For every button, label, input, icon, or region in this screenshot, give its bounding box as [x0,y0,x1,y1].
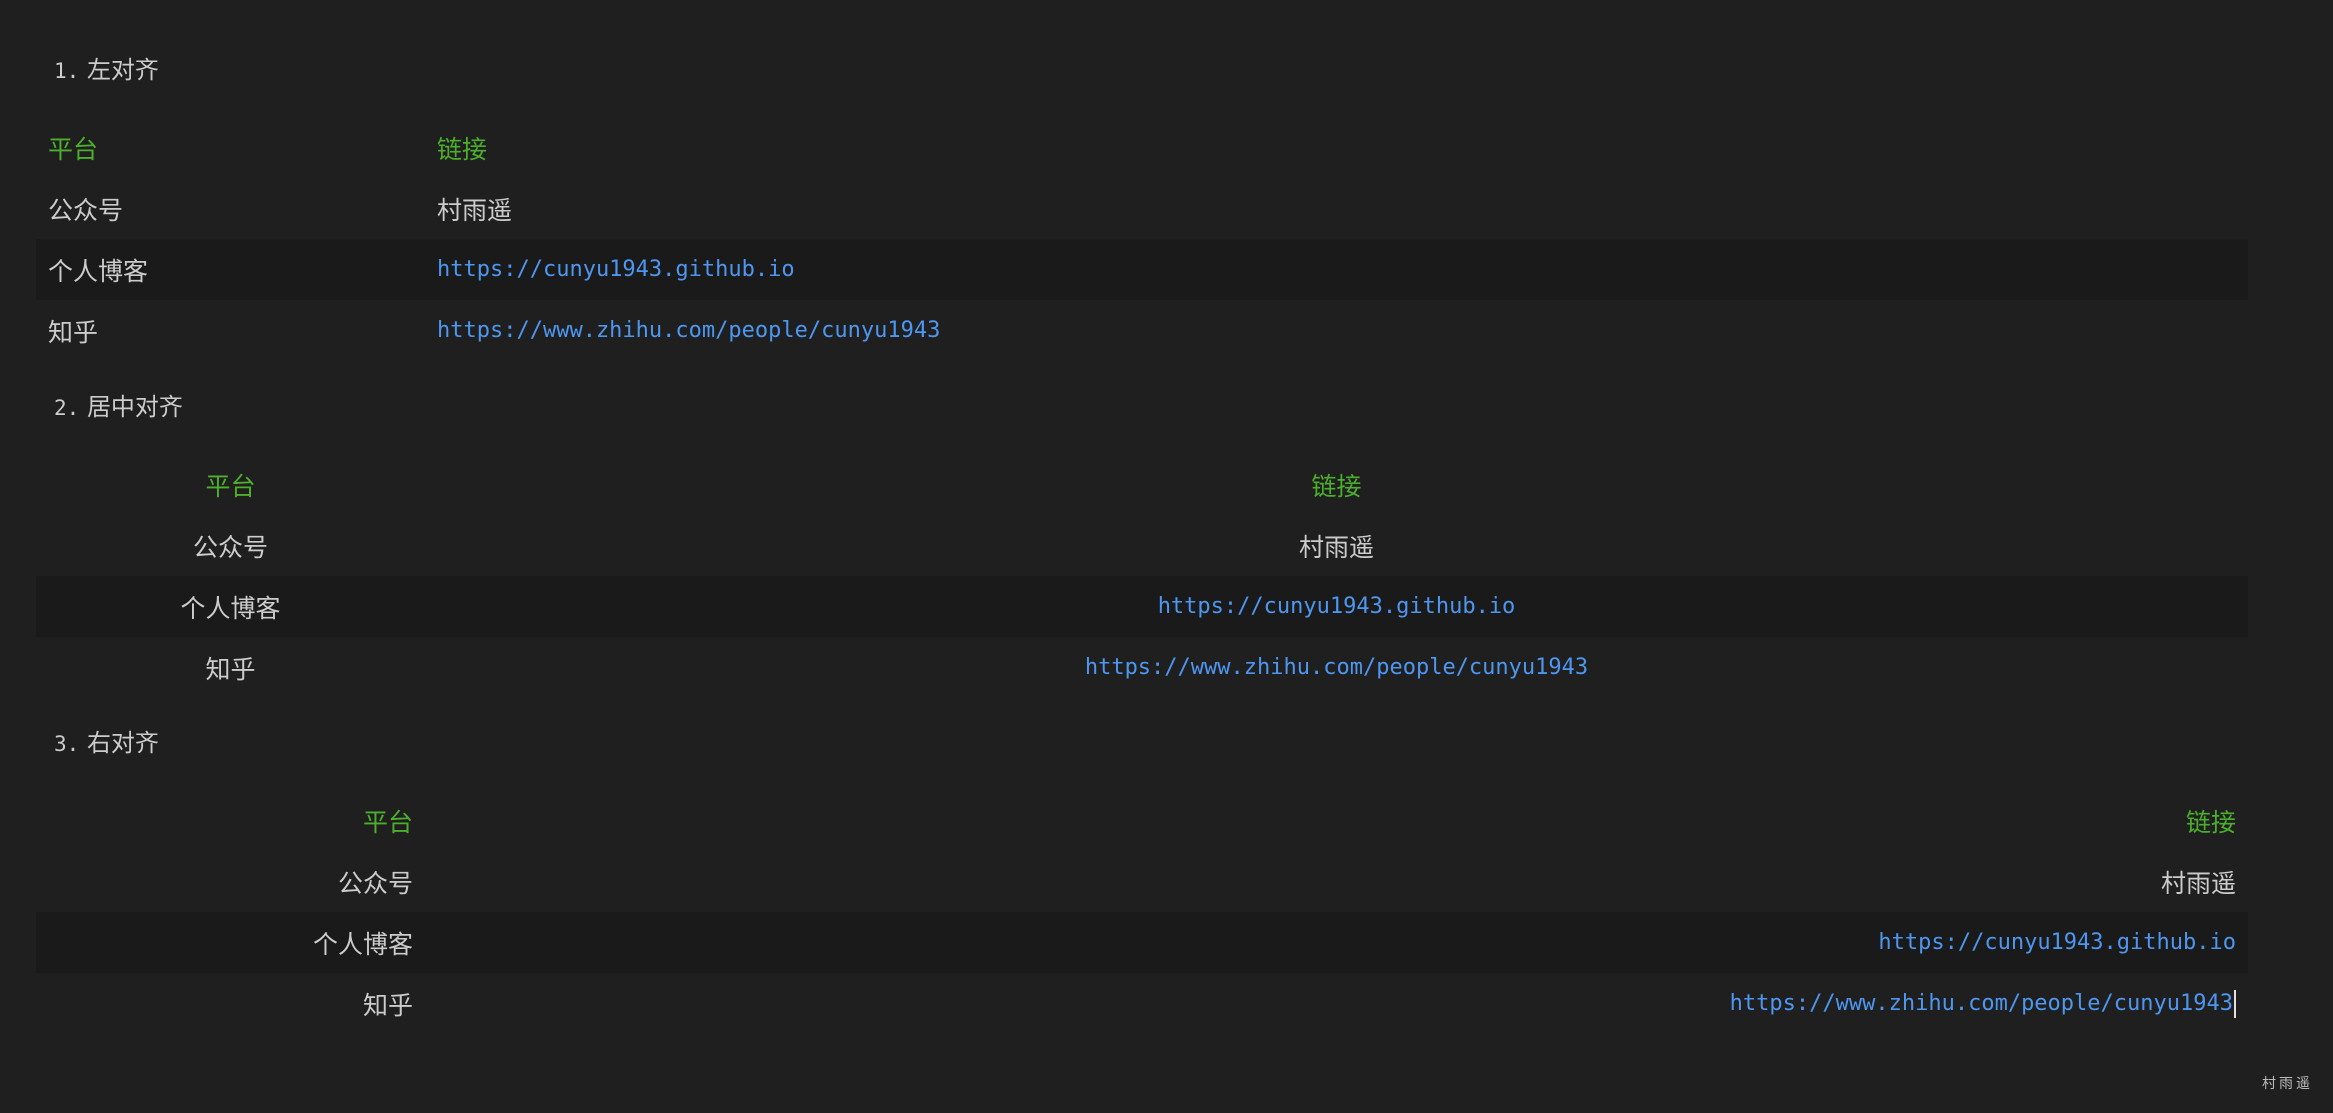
cell-platform: 公众号 [192,532,268,562]
cell-value: 村雨遥 [2160,868,2236,898]
cell-link[interactable]: https://cunyu1943.github.io [425,239,2248,300]
section-heading-right-align: 3. 右对齐 [54,729,159,758]
cell-link[interactable]: https://cunyu1943.github.io [425,576,2248,637]
table-header-row: 平台 链接 [36,117,2248,178]
section-heading-left-align: 1. 左对齐 [54,56,159,85]
cell-platform: 公众号 [48,195,124,225]
section-number: 2. [54,396,80,420]
table-header-row: 平台 链接 [36,454,2248,515]
cell-link[interactable]: https://www.zhihu.com/people/cunyu1943 [425,300,2248,361]
section-title: 右对齐 [86,729,159,757]
cell-platform: 知乎 [48,317,99,347]
header-platform: 平台 [362,807,413,837]
cell-value: 村雨遥 [1298,532,1374,562]
cell-link-with-cursor[interactable]: https://www.zhihu.com/people/cunyu1943 [425,973,2248,1034]
header-link: 链接 [437,134,488,164]
table-left-aligned: 平台 链接 公众号 村雨遥 个人博客 https://cunyu1943.git… [36,117,2248,361]
section-title: 居中对齐 [86,393,183,421]
cell-platform: 个人博客 [36,912,425,973]
cell-link[interactable]: https://www.zhihu.com/people/cunyu1943 [1730,991,2233,1016]
cell-platform: 个人博客 [36,576,425,637]
table-row: 知乎 https://www.zhihu.com/people/cunyu194… [36,637,2248,698]
table-row: 知乎 https://www.zhihu.com/people/cunyu194… [36,300,2248,361]
table-row: 公众号 村雨遥 [36,515,2248,576]
section-heading-center-align: 2. 居中对齐 [54,393,183,422]
cell-platform: 个人博客 [36,239,425,300]
header-platform: 平台 [205,471,256,501]
watermark: 村雨遥 [2262,1076,2313,1092]
section-title: 左对齐 [86,56,159,84]
section-number: 3. [54,732,80,756]
table-row: 个人博客 https://cunyu1943.github.io [36,912,2248,973]
table-row: 公众号 村雨遥 [36,178,2248,239]
header-link: 链接 [1311,471,1362,501]
section-number: 1. [54,59,80,83]
cell-value: 村雨遥 [437,195,513,225]
cell-link[interactable]: https://cunyu1943.github.io [425,912,2248,973]
table-right-aligned: 平台 链接 公众号 村雨遥 个人博客 https://cunyu1943.git… [36,790,2248,1034]
table-row: 知乎 https://www.zhihu.com/people/cunyu194… [36,973,2248,1034]
cell-link[interactable]: https://www.zhihu.com/people/cunyu1943 [425,637,2248,698]
header-link: 链接 [2185,807,2236,837]
cell-platform: 知乎 [205,654,256,684]
text-cursor [2234,989,2236,1018]
cell-platform: 公众号 [337,868,413,898]
table-header-row: 平台 链接 [36,790,2248,851]
table-row: 个人博客 https://cunyu1943.github.io [36,239,2248,300]
table-center-aligned: 平台 链接 公众号 村雨遥 个人博客 https://cunyu1943.git… [36,454,2248,698]
table-row: 个人博客 https://cunyu1943.github.io [36,576,2248,637]
table-row: 公众号 村雨遥 [36,851,2248,912]
cell-platform: 知乎 [362,990,413,1020]
header-platform: 平台 [48,134,99,164]
